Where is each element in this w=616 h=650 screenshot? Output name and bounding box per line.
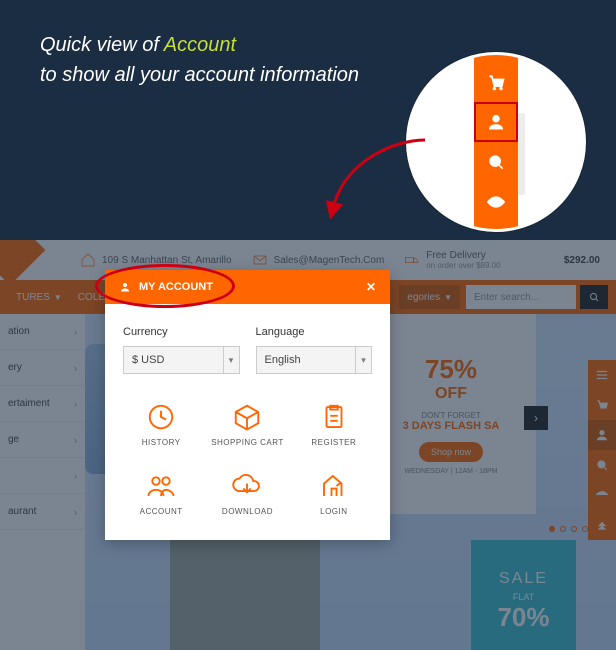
tile-cart[interactable]: SHOPPING CART [209, 402, 285, 447]
email-item: Sales@MagenTech.Com [252, 252, 385, 268]
search-icon[interactable] [474, 142, 518, 182]
vbar-search-icon[interactable] [588, 450, 616, 480]
caption-highlight: Account [164, 34, 236, 56]
promo-time: WEDNESDAY | 12AM - 18PM [366, 468, 536, 475]
box-icon [232, 402, 262, 432]
chevron-down-icon: ▾ [355, 347, 371, 373]
tile-label: HISTORY [142, 438, 181, 447]
tile-label: ACCOUNT [140, 507, 183, 516]
tile-download[interactable]: DOWNLOAD [209, 471, 285, 516]
scroll-top-icon[interactable] [474, 222, 518, 232]
promo-off: OFF [366, 385, 536, 403]
tiles-grid: HISTORY SHOPPING CART REGISTER ACCOUNT D… [123, 402, 372, 516]
banner-left[interactable] [170, 540, 320, 650]
tile-label: DOWNLOAD [222, 507, 273, 516]
currency-label: Currency [123, 326, 168, 338]
topbar-price: $292.00 [564, 255, 616, 266]
tile-label: LOGIN [320, 507, 347, 516]
tile-label: REGISTER [311, 438, 356, 447]
promo-pct: 75% [366, 354, 536, 385]
vbar-user-icon[interactable] [588, 420, 616, 450]
next-slide-button[interactable]: › [524, 406, 548, 430]
currency-value: $ USD [132, 354, 164, 366]
login-icon [319, 471, 349, 501]
nav-tures[interactable]: TURES▼ [8, 292, 70, 303]
cat-item[interactable]: ery› [0, 350, 85, 386]
promo-days: 3 DAYS FLASH SA [366, 420, 536, 432]
address-item: 109 S Manhattan St, Amarillo [80, 252, 232, 268]
currency-select[interactable]: $ USD ▾ [123, 346, 240, 374]
modal-title: MY ACCOUNT [139, 281, 213, 293]
vbar-menu-icon[interactable] [588, 360, 616, 390]
search-button[interactable] [580, 285, 608, 309]
history-icon [146, 402, 176, 432]
vbar-top-icon[interactable] [588, 510, 616, 540]
vertical-bar [588, 360, 616, 540]
language-select[interactable]: English ▾ [256, 346, 373, 374]
clipboard-icon [319, 402, 349, 432]
sale-flat: FLAT [471, 592, 576, 602]
tile-login[interactable]: LOGIN [296, 471, 372, 516]
sale-text: SALE [471, 570, 576, 588]
corner-badge [0, 240, 45, 280]
language-label: Language [256, 326, 305, 338]
shipping-item: Free Delivery on order over $89.00 [404, 250, 500, 270]
tile-account[interactable]: ACCOUNT [123, 471, 199, 516]
truck-icon [404, 252, 420, 268]
sale-pct: 70% [471, 602, 576, 633]
cat-item[interactable]: › [0, 458, 85, 494]
tile-register[interactable]: REGISTER [296, 402, 372, 447]
category-sidebar: ation› ery› ertaiment› ge› › aurant› [0, 314, 85, 650]
modal-header: MY ACCOUNT ✕ [105, 270, 390, 304]
cat-item[interactable]: ge› [0, 422, 85, 458]
caption-pre: Quick view of [40, 34, 164, 56]
caption-post: to show all your account information [40, 64, 359, 86]
account-modal: MY ACCOUNT ✕ Currency $ USD ▾ Language E… [105, 270, 390, 540]
mail-icon [252, 252, 268, 268]
download-icon [232, 471, 262, 501]
menu-icon[interactable] [474, 52, 518, 62]
vbar-eye-icon[interactable] [588, 480, 616, 510]
close-icon[interactable]: ✕ [366, 280, 376, 294]
address-text: 109 S Manhattan St, Amarillo [102, 255, 232, 266]
banner-sale[interactable]: SALE FLAT 70% [471, 540, 576, 650]
promo-caption: Quick view of Account to show all your a… [40, 30, 359, 90]
zoom-sidebar [474, 52, 518, 232]
shipping-note: on order over $89.00 [426, 261, 500, 270]
tile-history[interactable]: HISTORY [123, 402, 199, 447]
email-text: Sales@MagenTech.Com [274, 255, 385, 266]
home-icon [80, 252, 96, 268]
slider-dots[interactable] [549, 526, 588, 532]
promo-small: DON'T FORGET [366, 411, 536, 420]
promo-card: 75% OFF DON'T FORGET 3 DAYS FLASH SA Sho… [366, 314, 536, 514]
tile-label: SHOPPING CART [211, 438, 284, 447]
cat-item[interactable]: ation› [0, 314, 85, 350]
vbar-cart-icon[interactable] [588, 390, 616, 420]
cart-icon[interactable] [474, 62, 518, 102]
cat-item[interactable]: aurant› [0, 494, 85, 530]
users-icon [146, 471, 176, 501]
search-input[interactable]: Enter search... [466, 285, 576, 309]
callout-arrow [325, 130, 435, 220]
cat-item[interactable]: ertaiment› [0, 386, 85, 422]
shop-now-button[interactable]: Shop now [419, 442, 483, 462]
nav-categories[interactable]: egories ▼ [399, 285, 460, 309]
language-value: English [265, 354, 301, 366]
user-icon[interactable] [474, 102, 518, 142]
shipping-label: Free Delivery [426, 250, 500, 261]
eye-icon[interactable] [474, 182, 518, 222]
user-icon [119, 281, 131, 293]
chevron-down-icon: ▾ [223, 347, 239, 373]
